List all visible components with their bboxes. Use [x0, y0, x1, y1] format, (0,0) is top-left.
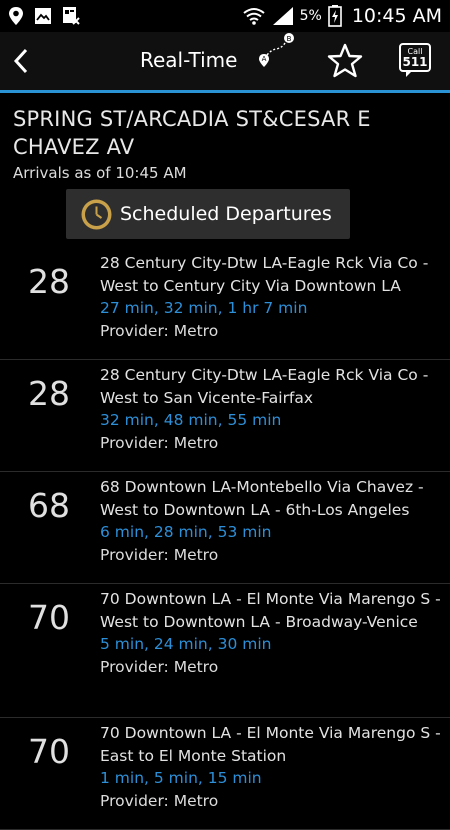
- status-bar-system: 5% 10:45 AM: [242, 5, 442, 27]
- arrival-row[interactable]: 28 28 Century City-Dtw LA-Eagle Rck Via …: [0, 360, 450, 472]
- route-number: 28: [28, 374, 70, 413]
- route-number: 68: [28, 486, 70, 525]
- arrival-times: 5 min, 24 min, 30 min: [100, 635, 272, 653]
- svg-text:B: B: [287, 35, 292, 43]
- arrival-row[interactable]: 70 70 Downtown LA - El Monte Via Marengo…: [0, 718, 450, 830]
- back-button[interactable]: [8, 46, 36, 76]
- route-info: 28 Century City-Dtw LA-Eagle Rck Via Co …: [100, 364, 450, 471]
- route-info: 68 Downtown LA-Montebello Via Chavez - W…: [100, 476, 450, 583]
- clock-icon: [81, 199, 112, 229]
- scheduled-departures-button[interactable]: Scheduled Departures: [66, 189, 350, 239]
- arrivals-timestamp: Arrivals as of 10:45 AM: [13, 164, 187, 182]
- location-icon: [9, 7, 23, 25]
- arrival-row[interactable]: 70 70 Downtown LA - El Monte Via Marengo…: [0, 584, 450, 718]
- route-description: 28 Century City-Dtw LA-Eagle Rck Via Co …: [100, 366, 429, 407]
- status-bar-notifications: [8, 6, 80, 26]
- route-description: 70 Downtown LA - El Monte Via Marengo S …: [100, 724, 441, 765]
- route-provider: Provider: Metro: [100, 657, 219, 676]
- svg-text:A: A: [262, 55, 267, 63]
- route-info: 70 Downtown LA - El Monte Via Marengo S …: [100, 588, 450, 717]
- wifi-icon: [242, 8, 265, 25]
- signal-icon: [272, 7, 293, 25]
- route-provider: Provider: Metro: [100, 433, 219, 452]
- arrival-times: 27 min, 32 min, 1 hr 7 min: [100, 299, 308, 317]
- scheduled-departures-container: Scheduled Departures: [0, 189, 450, 239]
- status-bar: 5% 10:45 AM: [0, 0, 450, 32]
- route-provider: Provider: Metro: [100, 791, 219, 810]
- route-description: 28 Century City-Dtw LA-Eagle Rck Via Co …: [100, 254, 429, 295]
- arrival-row[interactable]: 68 68 Downtown LA-Montebello Via Chavez …: [0, 472, 450, 584]
- app-bar: Real-Time B A Call 511: [0, 32, 450, 90]
- arrival-times: 32 min, 48 min, 55 min: [100, 411, 282, 429]
- status-time: 10:45 AM: [351, 5, 442, 27]
- call-number: 511: [402, 55, 428, 69]
- route-number: 70: [28, 598, 70, 637]
- route-provider: Provider: Metro: [100, 321, 219, 340]
- trip-planner-icon[interactable]: B A: [254, 30, 300, 72]
- page-title: Real-Time: [140, 48, 238, 72]
- route-description: 68 Downtown LA-Montebello Via Chavez - W…: [100, 478, 424, 519]
- route-info: 70 Downtown LA - El Monte Via Marengo S …: [100, 722, 450, 829]
- route-description: 70 Downtown LA - El Monte Via Marengo S …: [100, 590, 441, 631]
- arrivals-list: 28 28 Century City-Dtw LA-Eagle Rck Via …: [0, 248, 450, 830]
- app-notification-icon: [63, 7, 80, 25]
- favorite-star-icon[interactable]: [326, 43, 364, 79]
- call-511-button[interactable]: Call 511: [398, 42, 432, 78]
- arrival-row[interactable]: 28 28 Century City-Dtw LA-Eagle Rck Via …: [0, 248, 450, 360]
- battery-percent: 5%: [299, 8, 322, 24]
- route-info: 28 Century City-Dtw LA-Eagle Rck Via Co …: [100, 252, 450, 359]
- scheduled-departures-label: Scheduled Departures: [120, 203, 332, 225]
- stop-name: SPRING ST/ARCADIA ST&CESAR E CHAVEZ AV: [13, 107, 371, 159]
- gallery-icon: [35, 8, 51, 24]
- route-number: 28: [28, 262, 70, 301]
- route-provider: Provider: Metro: [100, 545, 219, 564]
- arrival-times: 1 min, 5 min, 15 min: [100, 769, 262, 787]
- arrival-times: 6 min, 28 min, 53 min: [100, 523, 272, 541]
- route-number: 70: [28, 732, 70, 771]
- battery-charging-icon: [328, 5, 342, 27]
